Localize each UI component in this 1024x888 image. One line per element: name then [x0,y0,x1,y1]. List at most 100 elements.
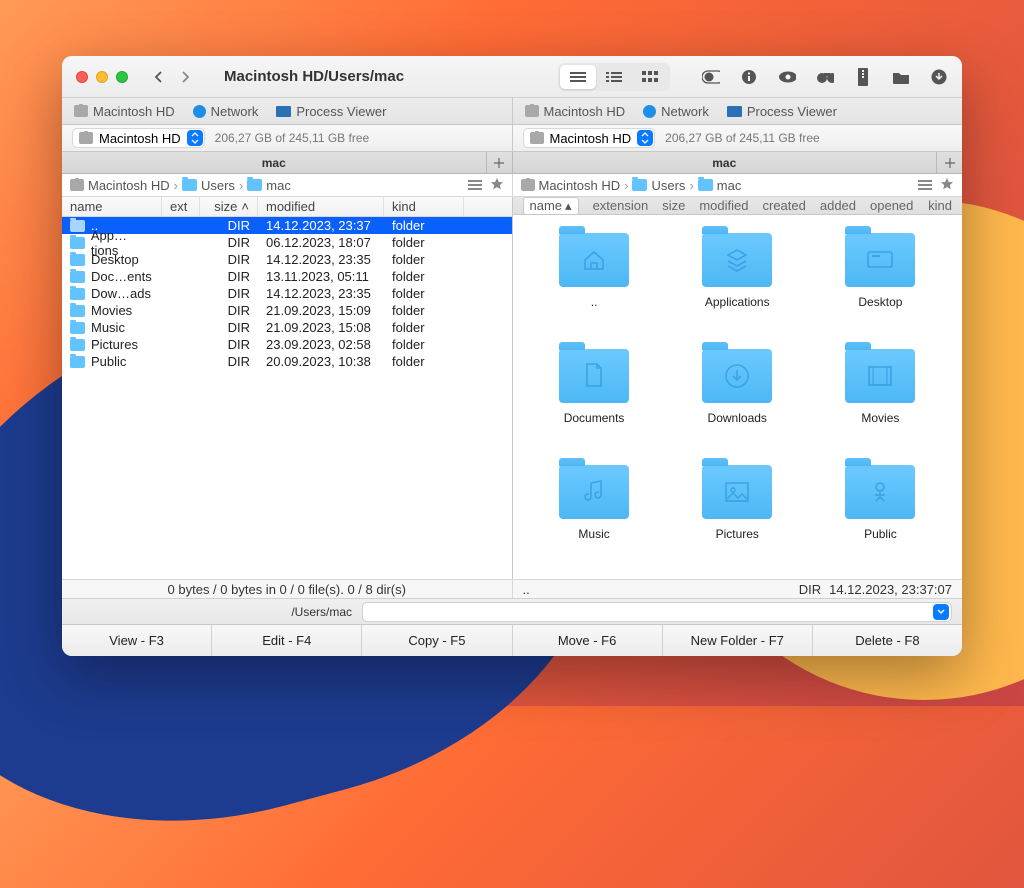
grid-item[interactable]: Movies [819,349,942,425]
file-row[interactable]: DesktopDIR14.12.2023, 23:35folder [62,251,512,268]
folder-icon [845,465,915,519]
volume-right: Macintosh HD 206,27 GB of 245,11 GB free [512,125,963,151]
grid-item[interactable]: Music [533,465,656,541]
crumb-mac[interactable]: mac [698,178,742,193]
tabbar: mac mac [62,152,962,174]
icon-grid[interactable]: .. Applications Desktop Documents Downloads M… [513,215,963,579]
tab[interactable]: mac [62,152,486,173]
header-opened[interactable]: opened [870,198,913,213]
add-tab-button[interactable] [486,152,512,173]
grid-item[interactable]: .. [533,233,656,309]
grid-item[interactable]: Documents [533,349,656,425]
shelf-process[interactable]: Process Viewer [276,104,386,119]
back-button[interactable] [146,65,170,89]
fkey-delete[interactable]: Delete - F8 [813,625,962,656]
list-toggle-icon[interactable] [468,178,482,193]
quicklook-icon[interactable] [778,68,796,86]
forward-button[interactable] [174,65,198,89]
folder-icon [559,465,629,519]
grid-item[interactable]: Downloads [676,349,799,425]
fkey-copy[interactable]: Copy - F5 [362,625,512,656]
shelf-network[interactable]: Network [643,104,709,119]
header-kind[interactable]: kind [928,198,952,213]
zoom-button[interactable] [116,71,128,83]
crumb-hd[interactable]: Macintosh HD [70,178,170,193]
free-space: 206,27 GB of 245,11 GB free [215,131,370,145]
crumb-users[interactable]: Users [632,178,685,193]
folder-icon [70,305,85,317]
grid-item[interactable]: Public [819,465,942,541]
status-left: 0 bytes / 0 bytes in 0 / 0 file(s). 0 / … [62,580,512,598]
binoculars-icon[interactable] [816,68,834,86]
crumb-mac[interactable]: mac [247,178,291,193]
shelf-hd[interactable]: Macintosh HD [525,104,626,119]
header-modified[interactable]: modified [699,198,748,213]
header-ext[interactable]: extension [593,198,649,213]
tab[interactable]: mac [513,152,937,173]
view-mode-detail-icon[interactable] [596,65,632,89]
folder-icon [70,322,85,334]
add-tab-button[interactable] [936,152,962,173]
toggle-icon[interactable] [702,68,720,86]
folder-icon [70,220,85,232]
crumb-hd[interactable]: Macintosh HD [521,178,621,193]
pathbar: /Users/mac [62,598,962,624]
tabbar-left: mac [62,152,512,173]
folder-icon [845,349,915,403]
info-icon[interactable] [740,68,758,86]
volume-selector[interactable]: Macintosh HD [72,128,205,148]
icon-header: name ▴ extension size modified created a… [513,197,963,215]
favorite-icon[interactable] [940,177,954,194]
shelf-right: Macintosh HD Network Process Viewer [512,98,963,124]
file-row[interactable]: PublicDIR20.09.2023, 10:38folder [62,353,512,370]
status-item: .. [523,582,530,597]
fkey-view[interactable]: View - F3 [62,625,212,656]
header-name[interactable]: name ▴ [523,197,579,215]
download-icon[interactable] [930,68,948,86]
breadcrumb-right: Macintosh HD › Users › mac [512,174,963,196]
file-row[interactable]: MusicDIR21.09.2023, 15:08folder [62,319,512,336]
path-input[interactable] [362,602,952,622]
compress-icon[interactable] [854,68,872,86]
file-row[interactable]: Doc…entsDIR13.11.2023, 05:11folder [62,268,512,285]
header-size[interactable]: size [662,198,685,213]
file-row[interactable]: MoviesDIR21.09.2023, 15:09folder [62,302,512,319]
grid-item[interactable]: Pictures [676,465,799,541]
fkey-move[interactable]: Move - F6 [513,625,663,656]
go-button[interactable] [933,604,949,620]
header-kind[interactable]: kind [384,197,464,216]
header-size[interactable]: size ˄ [200,197,258,216]
list-toggle-icon[interactable] [918,178,932,193]
header-name[interactable]: name [62,197,162,216]
folder-icon[interactable] [892,68,910,86]
file-list[interactable]: ..DIR14.12.2023, 23:37folderApp…tionsDIR… [62,217,512,579]
status-time: 14.12.2023, 23:37:07 [829,582,952,597]
header-created[interactable]: created [762,198,805,213]
header-ext[interactable]: ext [162,197,200,216]
status-text: 0 bytes / 0 bytes in 0 / 0 file(s). 0 / … [168,582,406,597]
favorite-icon[interactable] [490,177,504,194]
shelf: Macintosh HD Network Process Viewer Maci… [62,98,962,125]
list-header: name ext size ˄ modified kind [62,197,512,217]
minimize-button[interactable] [96,71,108,83]
shelf-network[interactable]: Network [193,104,259,119]
view-mode-grid-icon[interactable] [632,65,668,89]
header-modified[interactable]: modified [258,197,384,216]
view-mode-list-icon[interactable] [560,65,596,89]
drive-icon [74,105,88,117]
file-row[interactable]: App…tionsDIR06.12.2023, 18:07folder [62,234,512,251]
file-row[interactable]: PicturesDIR23.09.2023, 02:58folder [62,336,512,353]
volume-selector[interactable]: Macintosh HD [523,128,656,148]
folder-icon [70,288,85,300]
shelf-process[interactable]: Process Viewer [727,104,837,119]
close-button[interactable] [76,71,88,83]
fkey-edit[interactable]: Edit - F4 [212,625,362,656]
grid-item[interactable]: Desktop [819,233,942,309]
fkeys: View - F3 Edit - F4 Copy - F5 Move - F6 … [62,624,962,656]
header-added[interactable]: added [820,198,856,213]
file-row[interactable]: Dow…adsDIR14.12.2023, 23:35folder [62,285,512,302]
shelf-hd[interactable]: Macintosh HD [74,104,175,119]
fkey-newfolder[interactable]: New Folder - F7 [663,625,813,656]
grid-item[interactable]: Applications [676,233,799,309]
crumb-users[interactable]: Users [182,178,235,193]
